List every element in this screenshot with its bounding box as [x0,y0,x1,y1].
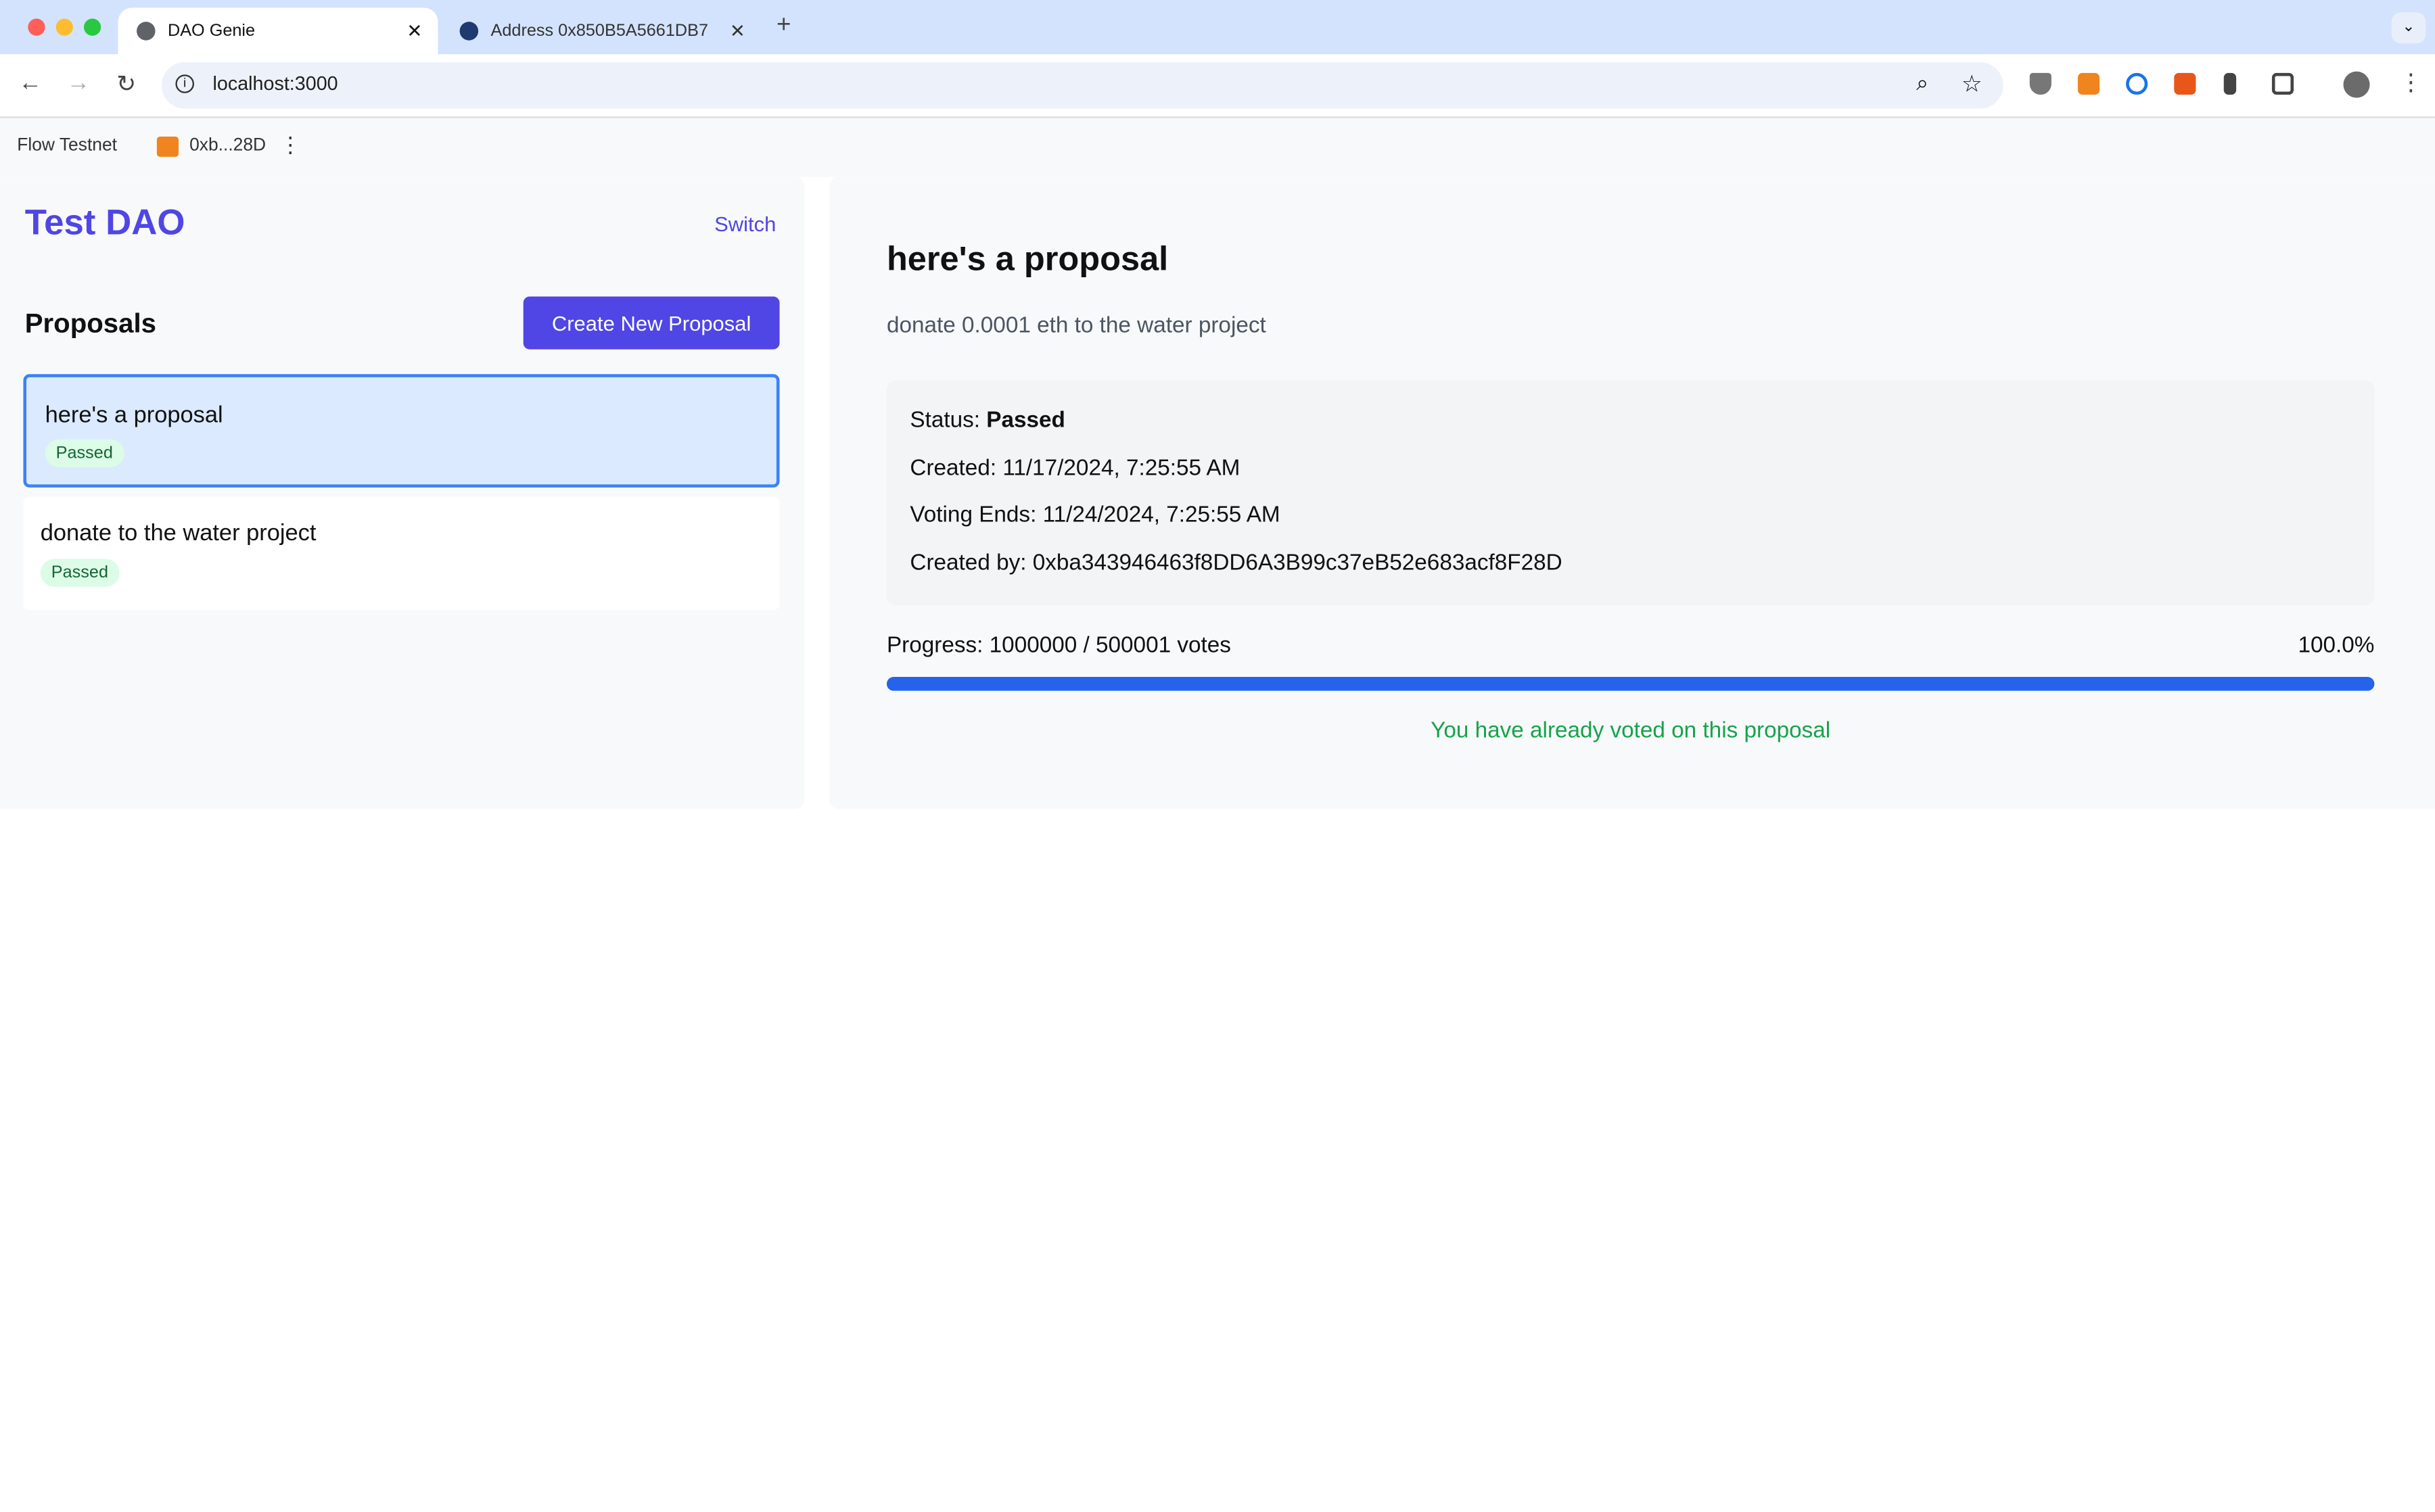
dao-name: Test DAO [24,202,185,243]
metamask-icon[interactable] [2077,72,2100,95]
proposal-item[interactable]: donate to the water project Passed [23,496,780,611]
private-internet-access-icon[interactable] [2174,72,2196,95]
status-value: Passed [986,408,1065,433]
reload-button[interactable]: ↻ [116,70,136,98]
more-icon[interactable]: ⋮ [2399,68,2422,96]
progress-bar [886,677,2375,691]
proposal-detail: here's a proposal donate 0.0001 eth to t… [829,176,2435,809]
tab-search-button[interactable]: ⌄ [2391,12,2426,44]
proposal-title: donate to the water project [40,520,317,547]
ublock-icon[interactable] [2029,72,2051,95]
switch-dao-link[interactable]: Switch [714,213,776,236]
minimize-window-button[interactable] [55,18,73,36]
voted-message: You have already voted on this proposal [1431,719,1831,744]
status-badge: Passed [45,439,124,468]
voting-ends-date: Voting Ends: 11/24/2024, 7:25:55 AM [910,502,1280,528]
tab-title: Address 0x850B5A5661DB7 [490,22,709,41]
proposal-item[interactable]: here's a proposal Passed [23,374,780,488]
proposal-description: donate 0.0001 eth to the water project [886,313,1266,339]
proposal-title: here's a proposal [45,402,223,429]
proposal-info: Status: Passed Created: 11/17/2024, 7:25… [886,380,2375,606]
proposal-title: here's a proposal [886,239,1169,278]
url-text[interactable]: localhost:3000 [213,73,338,95]
tab-title: DAO Genie [167,22,256,41]
zoom-icon[interactable]: ⌕ [1916,70,1928,96]
progress-percent: 100.0% [2298,633,2375,659]
create-proposal-button[interactable]: Create New Proposal [523,296,780,350]
new-tab-button[interactable]: + [776,12,791,40]
1password-icon[interactable] [2126,72,2148,95]
status-label: Status: [910,408,981,433]
bookmarks-bar: Flow Testnet 0xb...28D ⋮ [0,118,2435,177]
metamask-icon [156,137,179,157]
status-badge: Passed [40,559,120,587]
tab-address[interactable]: Address 0x850B5A5661DB7 ✕ [441,7,761,54]
puzzle-icon[interactable] [2271,72,2294,95]
site-info-icon[interactable]: i [175,74,194,93]
etherscan-icon [459,22,479,41]
toolbar: ← → ↻ i localhost:3000 ⌕ ☆ ⋮ [0,54,2435,118]
page: Test DAO Switch Proposals Create New Pro… [0,176,2435,1512]
created-by: Created by: 0xba343946463f8DD6A3B99c37eB… [910,551,1562,576]
progress-fill [886,677,2375,691]
progress-text: Progress: 1000000 / 500001 votes [886,633,1231,659]
address-bar[interactable]: i localhost:3000 ⌕ ☆ [161,62,2003,109]
maximize-window-button[interactable] [83,18,101,36]
sidebar: Test DAO Switch Proposals Create New Pro… [0,176,805,809]
globe-icon [137,22,156,41]
tab-bar: DAO Genie ✕ Address 0x850B5A5661DB7 ✕ + ⌄ [0,0,2435,55]
created-date: Created: 11/17/2024, 7:25:55 AM [910,456,1240,481]
forward-button[interactable]: → [67,70,90,96]
back-button[interactable]: ← [19,70,42,96]
bookmark-account[interactable]: 0xb...28D [189,137,266,156]
close-icon[interactable]: ✕ [730,20,745,42]
close-icon[interactable]: ✕ [407,20,422,42]
status-row: Status: Passed [910,408,1065,433]
more-icon[interactable]: ⋮ [279,132,301,158]
star-icon[interactable]: ☆ [1962,70,1982,98]
proposals-heading: Proposals [24,307,157,339]
close-window-button[interactable] [28,18,45,36]
avatar[interactable] [2343,71,2370,98]
bookmark-flow-testnet[interactable]: Flow Testnet [17,137,117,156]
tab-dao-genie[interactable]: DAO Genie ✕ [118,7,438,55]
keys-icon[interactable] [2223,72,2237,95]
